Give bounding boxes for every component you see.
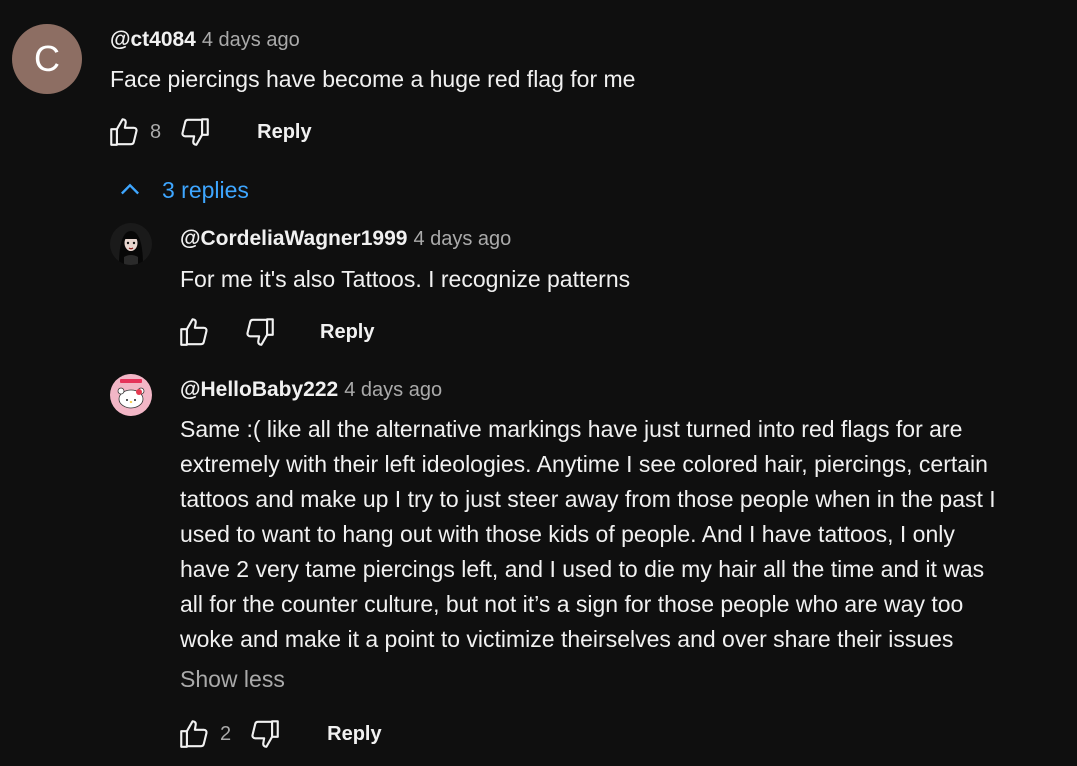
reply-text-line: Same :( like all the alternative marking… xyxy=(180,416,963,442)
show-less-button[interactable]: Show less xyxy=(180,666,285,693)
reply-actions: 2 Reply xyxy=(176,716,382,752)
reply-author[interactable]: @HelloBaby222 xyxy=(180,378,338,401)
like-icon[interactable] xyxy=(176,716,212,752)
dislike-icon[interactable] xyxy=(242,314,278,350)
avatar[interactable]: C xyxy=(12,24,82,94)
reply-text-line: extremely with their left ideologies. An… xyxy=(180,451,988,477)
avatar-letter: C xyxy=(34,38,60,79)
dislike-icon[interactable] xyxy=(247,716,283,752)
dislike-icon[interactable] xyxy=(177,114,213,150)
reply-time[interactable]: 4 days ago xyxy=(413,228,511,250)
chevron-up-icon xyxy=(121,183,139,195)
comment-actions: 8 Reply xyxy=(106,114,312,150)
avatar[interactable] xyxy=(110,374,152,416)
reply-text-line: all for the counter culture, but not it’… xyxy=(180,591,964,617)
replies-count-label: 3 replies xyxy=(162,176,249,203)
like-count: 8 xyxy=(150,120,162,143)
avatar[interactable] xyxy=(110,223,152,265)
reply-text-line: woke and make it a point to victimize th… xyxy=(180,626,954,652)
reply-text-line: have 2 very tame piercings left, and I u… xyxy=(180,556,985,582)
reply-time[interactable]: 4 days ago xyxy=(344,379,442,401)
reply-actions: Reply xyxy=(176,314,374,350)
comment-text: Face piercings have become a huge red fl… xyxy=(110,66,636,92)
comment-header: @ct4084 4 days ago xyxy=(110,28,300,52)
replies-toggle[interactable]: 3 replies xyxy=(116,176,249,204)
reply-text-line: used to want to hang out with those kids… xyxy=(180,521,955,547)
comment-author[interactable]: @ct4084 xyxy=(110,28,196,51)
like-icon[interactable] xyxy=(176,314,212,350)
reply-button[interactable]: Reply xyxy=(327,723,381,746)
like-count: 2 xyxy=(220,722,232,745)
reply-header: @HelloBaby222 4 days ago xyxy=(180,378,442,402)
reply-text: Same :( like all the alternative marking… xyxy=(180,412,996,657)
like-icon[interactable] xyxy=(106,114,142,150)
reply-button[interactable]: Reply xyxy=(257,121,311,144)
reply-button[interactable]: Reply xyxy=(320,321,374,344)
reply-text: For me it's also Tattoos. I recognize pa… xyxy=(180,266,631,292)
comment-time[interactable]: 4 days ago xyxy=(202,29,300,51)
reply-author[interactable]: @CordeliaWagner1999 xyxy=(180,227,407,250)
reply-text-line: tattoos and make up I try to just steer … xyxy=(180,486,996,512)
reply-header: @CordeliaWagner1999 4 days ago xyxy=(180,227,511,251)
